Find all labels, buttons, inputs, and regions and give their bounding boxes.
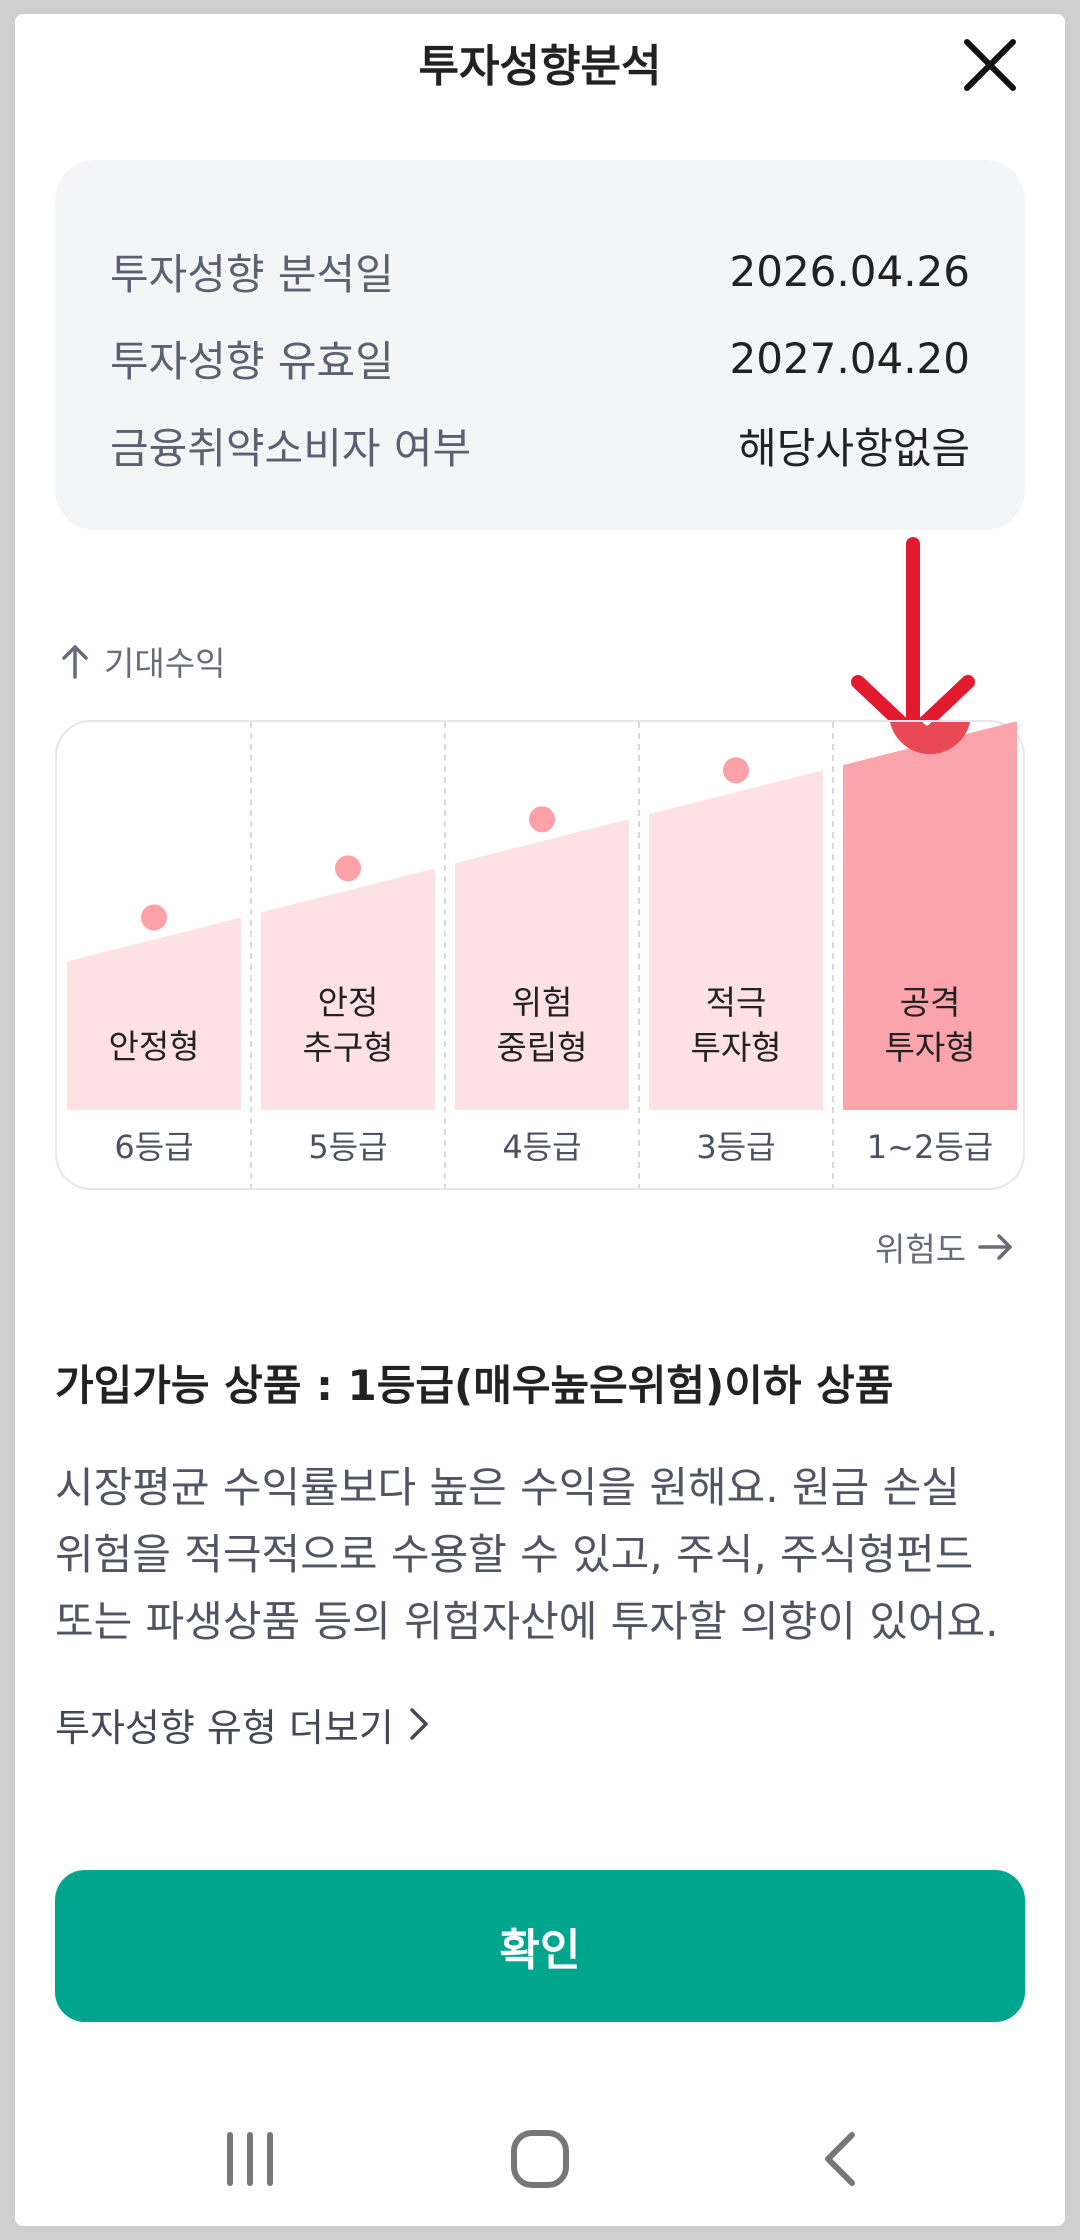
grade-label: 6등급 [114, 1128, 194, 1166]
profile-label-line: 추구형 [302, 1028, 394, 1067]
profile-dot [335, 855, 361, 882]
profile-label-active: 적극 투자형 [649, 980, 823, 1070]
profile-label-line: 안정 [317, 983, 379, 1022]
info-value: 해당사항없음 [738, 423, 970, 473]
arrow-up-icon [62, 645, 88, 679]
available-products-title: 가입가능 상품 : 1등급(매우높은위험)이하 상품 [55, 1361, 894, 1410]
info-label: 투자성향 분석일 [110, 249, 394, 299]
profile-dot [141, 904, 167, 931]
profile-label-line: 위험 [511, 983, 573, 1022]
expected-return-text: 기대수익 [104, 644, 226, 683]
description-line: 시장평균 수익률보다 높은 수익을 원해요. 원금 손실 [55, 1463, 960, 1512]
risk-axis-label: 위험도 [875, 1222, 1014, 1272]
profile-label-line: 중립형 [496, 1028, 588, 1067]
info-row-valid-date: 투자성향 유효일 2027.04.20 [110, 323, 970, 393]
grade-label: 3등급 [696, 1128, 776, 1166]
profile-label-line: 안정형 [108, 1027, 200, 1066]
profile-bar [67, 917, 241, 1110]
info-label: 투자성향 유효일 [110, 336, 394, 386]
profile-label-line: 투자형 [884, 1028, 976, 1067]
confirm-button[interactable]: 확인 [55, 1870, 1025, 2022]
grade-label: 5등급 [308, 1128, 388, 1166]
chevron-right-icon [410, 1708, 428, 1740]
investment-profile-screen: 투자성향분석 투자성향 분석일 2026.04.26 투자성향 유효일 2027… [15, 14, 1065, 2226]
risk-profile-chart-svg [67, 722, 1017, 1188]
back-icon [825, 2132, 855, 2186]
profile-label-line: 적극 [705, 983, 767, 1022]
nav-recent-apps-button[interactable] [205, 2114, 295, 2204]
profile-dot [529, 806, 555, 833]
nav-back-button[interactable] [795, 2114, 885, 2204]
info-value: 2027.04.20 [729, 333, 970, 383]
more-profile-types-link[interactable]: 투자성향 유형 더보기 [55, 1694, 430, 1754]
description-line: 또는 파생상품 등의 위험자산에 투자할 의향이 있어요. [55, 1597, 999, 1646]
info-row-vulnerable-consumer: 금융취약소비자 여부 해당사항없음 [110, 410, 970, 480]
more-link-text: 투자성향 유형 더보기 [55, 1705, 394, 1750]
description-line: 위험을 적극적으로 수용할 수 있고, 주식, 주식형펀드 [55, 1530, 974, 1579]
nav-home-button[interactable] [495, 2114, 585, 2204]
info-label: 금융취약소비자 여부 [110, 423, 472, 473]
close-icon [964, 39, 1016, 91]
profile-label-aggressive: 공격 투자형 [843, 980, 1017, 1070]
info-row-analysis-date: 투자성향 분석일 2026.04.26 [110, 236, 970, 306]
profile-label-line: 투자형 [690, 1028, 782, 1067]
home-icon [511, 2130, 569, 2188]
expected-return-axis-label: 기대수익 [60, 636, 225, 686]
info-value: 2026.04.26 [729, 246, 970, 296]
grade-label: 4등급 [502, 1128, 582, 1166]
close-button[interactable] [955, 30, 1025, 100]
risk-profile-chart: 안정형 안정 추구형 위험 중립형 적극 투자형 공격 투자형 6등급 5등급 … [55, 720, 1025, 1190]
grade-label: 1~2등급 [866, 1128, 994, 1166]
recent-apps-icon [227, 2132, 273, 2186]
profile-label-line: 공격 [899, 983, 961, 1022]
profile-label-stable: 안정형 [67, 1024, 241, 1069]
page-title: 투자성향분석 [418, 41, 662, 92]
risk-text: 위험도 [875, 1230, 967, 1269]
arrow-right-icon [978, 1234, 1012, 1260]
profile-description: 시장평균 수익률보다 높은 수익을 원해요. 원금 손실 위험을 적극적으로 수… [55, 1454, 1045, 1655]
profile-label-risk-neutral: 위험 중립형 [455, 980, 629, 1070]
profile-label-stable-seeking: 안정 추구형 [261, 980, 435, 1070]
profile-dot [723, 757, 749, 784]
info-card: 투자성향 분석일 2026.04.26 투자성향 유효일 2027.04.20 … [55, 160, 1025, 530]
